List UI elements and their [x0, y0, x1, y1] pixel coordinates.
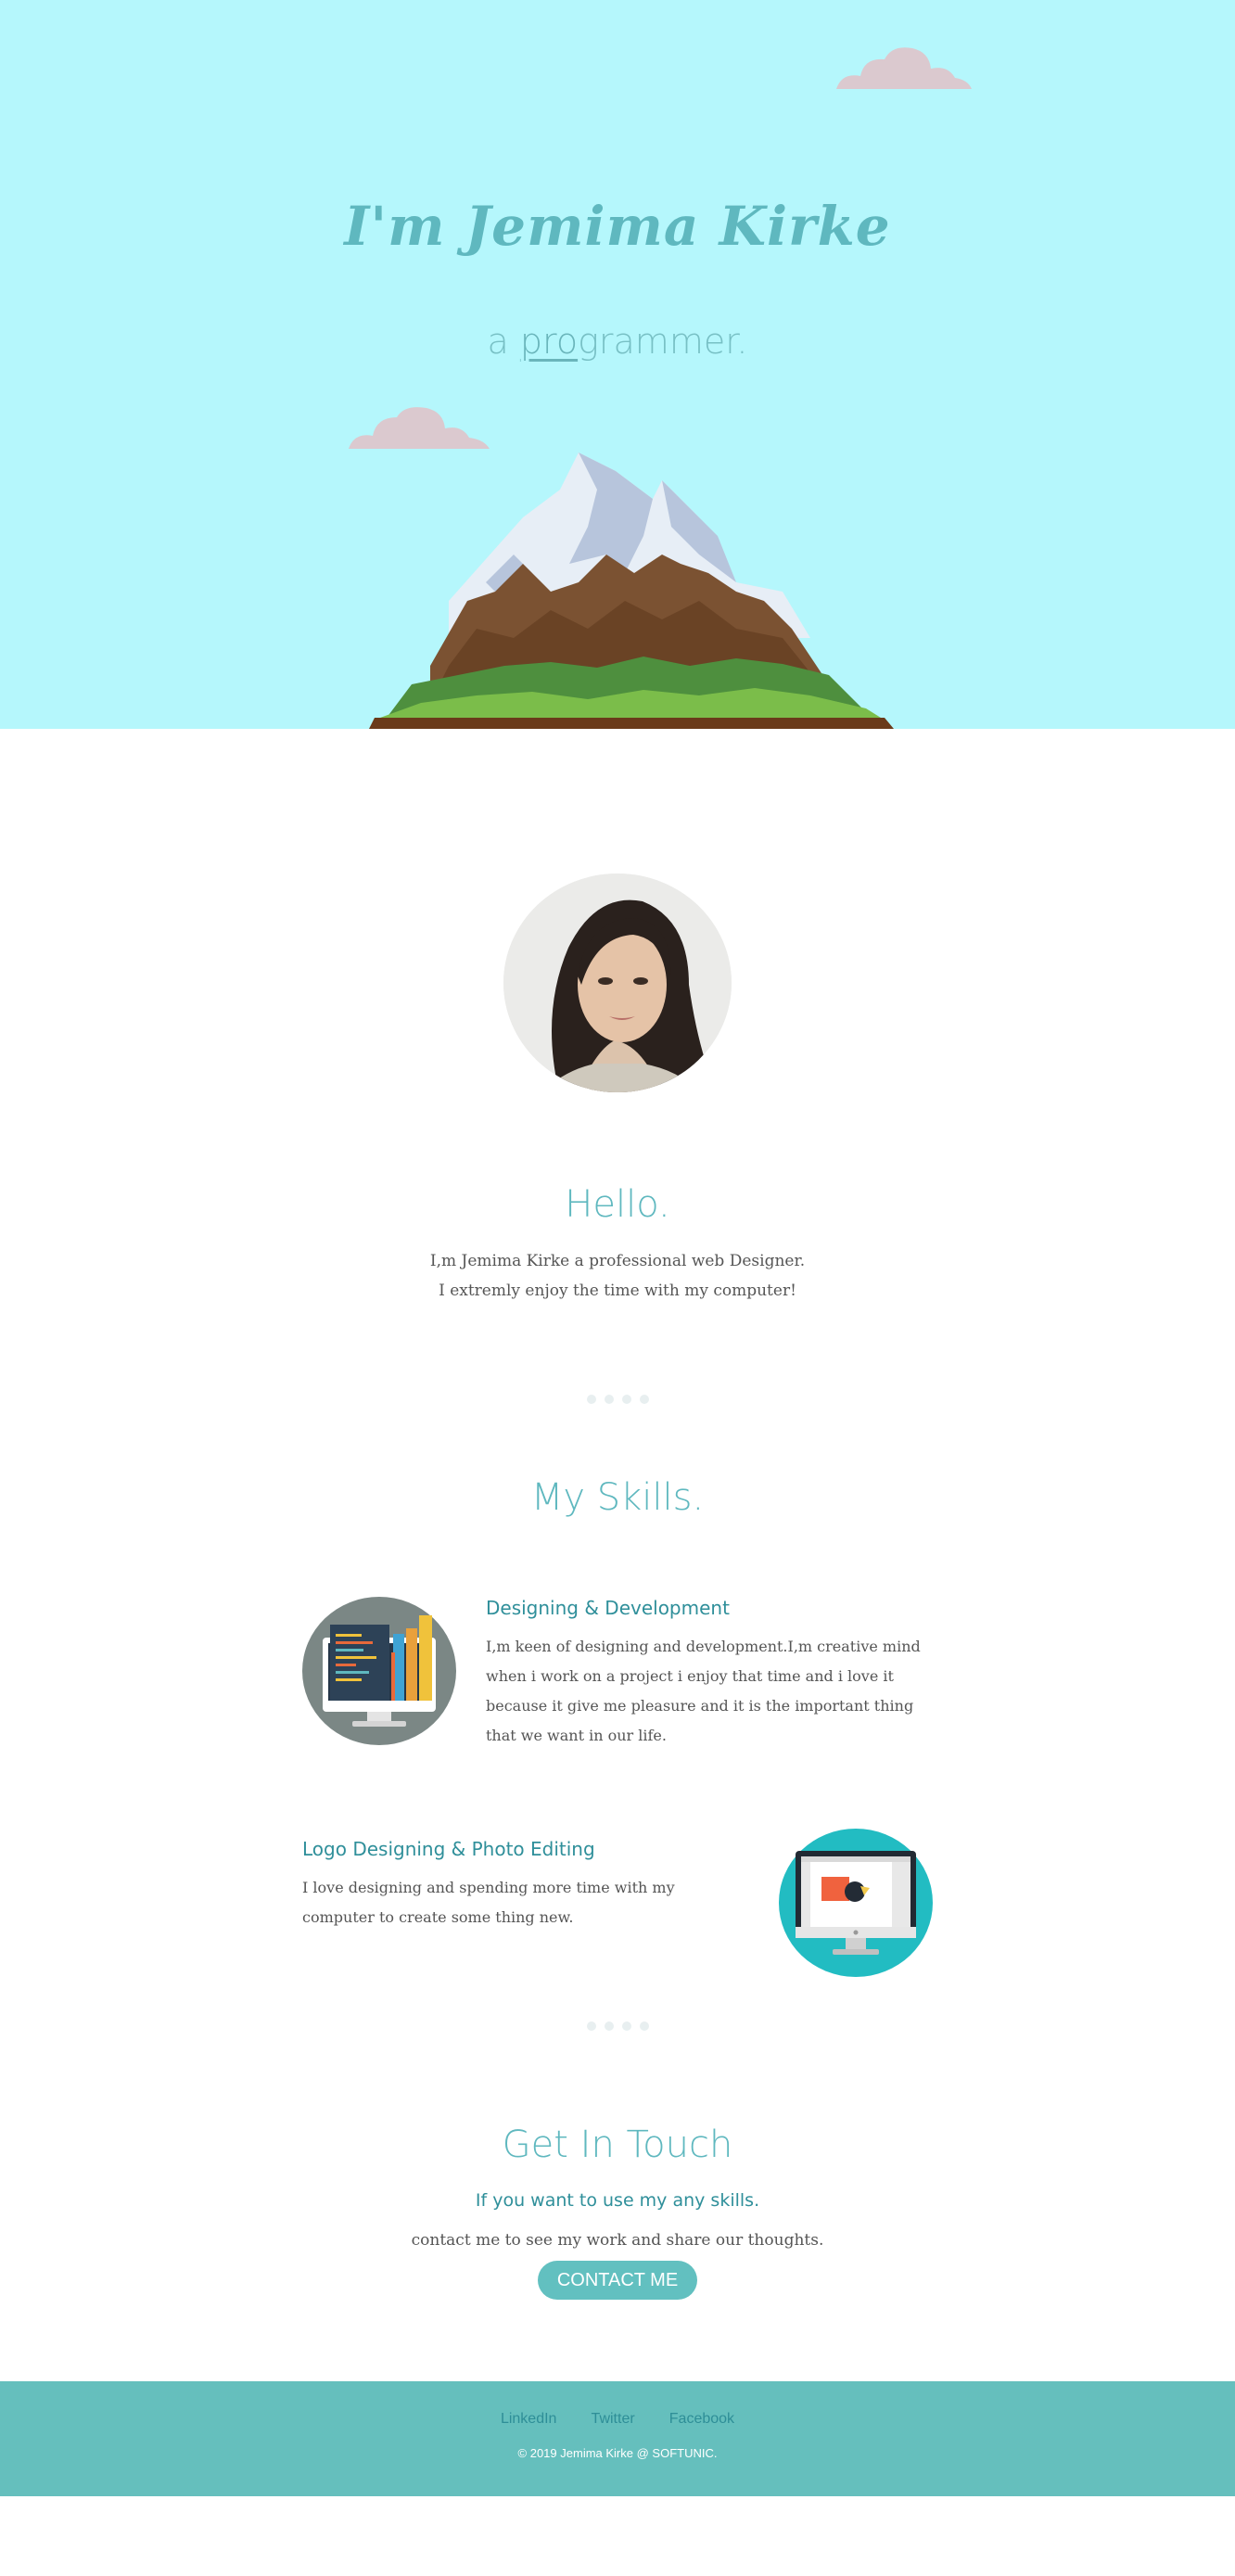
twitter-link[interactable]: Twitter	[592, 2411, 635, 2427]
subtitle-rest: grammer.	[578, 321, 748, 362]
about-section: Hello. I,m Jemima Kirke a professional w…	[0, 729, 1235, 1404]
about-line-1: I,m Jemima Kirke a professional web Desi…	[429, 1252, 806, 1270]
copyright-text: © 2019 Jemima Kirke @ SOFTUNIC.	[517, 2446, 718, 2460]
linkedin-link[interactable]: LinkedIn	[501, 2411, 557, 2427]
hero-title: I'm Jemima Kirke	[344, 195, 891, 258]
about-line-2: I extremly enjoy the time with my comput…	[439, 1282, 796, 1300]
skill-description: I,m keen of designing and development.I,…	[486, 1638, 921, 1744]
facebook-link[interactable]: Facebook	[669, 2411, 734, 2427]
footer-links: LinkedIn Twitter Facebook	[0, 2409, 1235, 2428]
about-text: I,m Jemima Kirke a professional web Desi…	[0, 1246, 1235, 1306]
contact-text: contact me to see my work and share our …	[411, 2231, 824, 2250]
divider-dot	[621, 2021, 631, 2031]
divider-dot	[586, 2021, 596, 2031]
section-divider	[0, 1395, 1235, 1404]
hero-subtitle: a programmer.	[0, 321, 1235, 362]
about-heading: Hello.	[565, 1183, 670, 1226]
divider-dot	[639, 1395, 649, 1404]
subtitle-typed-text: pro	[519, 321, 579, 362]
divider-dot	[604, 1395, 614, 1404]
skill-title: Designing & Development	[486, 1597, 730, 1619]
contact-subheading: If you want to use my any skills.	[475, 2190, 760, 2211]
cloud-icon	[836, 47, 972, 89]
skill-title: Logo Designing & Photo Editing	[302, 1838, 595, 1860]
divider-dot	[621, 1395, 631, 1404]
skills-section: My Skills. Designing & Development I,m k…	[0, 1476, 1235, 2031]
skill-item: Designing & Development I,m keen of desi…	[302, 1597, 933, 1754]
contact-me-button[interactable]: CONTACT ME	[538, 2261, 697, 2300]
divider-dot	[586, 1395, 596, 1404]
contact-heading: Get In Touch	[502, 2123, 733, 2166]
contact-section: Get In Touch If you want to use my any s…	[0, 2123, 1235, 2300]
hero-section: I'm Jemima Kirke a programmer.	[0, 0, 1235, 729]
skill-description: I love designing and spending more time …	[302, 1879, 675, 1926]
cloud-icon	[349, 407, 490, 449]
footer: LinkedIn Twitter Facebook © 2019 Jemima …	[0, 2381, 1235, 2496]
avatar	[503, 874, 732, 1092]
design-monitor-icon	[779, 1829, 933, 1977]
divider-dot	[639, 2021, 649, 2031]
subtitle-prefix: a	[487, 321, 520, 362]
skill-body: Logo Designing & Photo Editing I love de…	[302, 1838, 747, 1932]
code-monitor-icon	[302, 1597, 456, 1745]
skill-body: Designing & Development I,m keen of desi…	[486, 1597, 922, 1751]
skill-item: Logo Designing & Photo Editing I love de…	[302, 1829, 933, 1996]
divider-dot	[604, 2021, 614, 2031]
section-divider	[0, 2021, 1235, 2031]
mountain-illustration	[369, 453, 894, 729]
skills-heading: My Skills.	[530, 1476, 705, 1519]
